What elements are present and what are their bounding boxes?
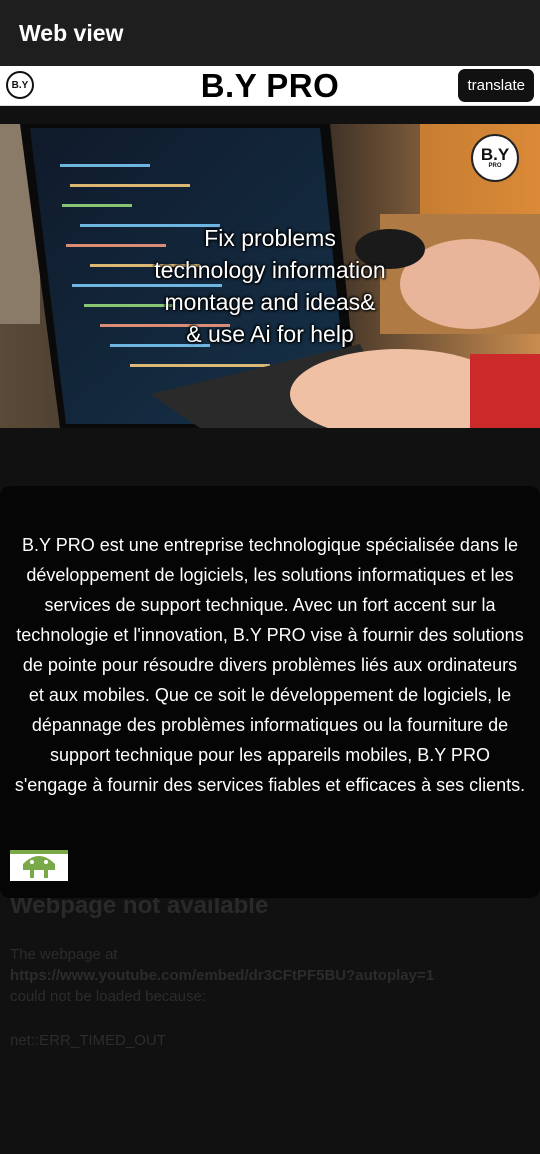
error-line: The webpage at [10,946,118,963]
error-message: The webpage at https://www.youtube.com/e… [10,944,530,1007]
webview-error-page: Webpage not available The webpage at htt… [0,860,540,1154]
hero-caption-line: & use Ai for help [186,321,354,347]
translate-button[interactable]: translate [458,69,534,102]
hero-caption-line: technology information [154,257,386,283]
hero-logo-sub: PRO [488,163,502,169]
app-bar-title: Web view [19,19,124,46]
android-icon-graphic [10,850,68,878]
hero-logo-icon: B.Y PRO [471,134,519,182]
error-line: could not be loaded because: [10,988,206,1005]
hero-logo-text: B.Y [480,145,510,164]
error-url[interactable]: https://www.youtube.com/embed/dr3CFtPF5B… [10,965,530,986]
android-icon [10,850,68,881]
about-text: B.Y PRO est une entreprise technologique… [14,535,526,795]
error-code: net::ERR_TIMED_OUT [10,1032,166,1049]
app-bar: Web view [0,0,540,66]
hero-caption: Fix problems technology information mont… [0,222,540,350]
hero-caption-line: Fix problems [204,225,336,251]
logo-icon[interactable]: B.Y [6,71,34,99]
site-header: B.Y PRO B.Y translate [0,66,540,106]
hero-caption-line: montage and ideas& [164,289,376,315]
hero-banner: B.Y PRO Fix problems technology informat… [0,124,540,428]
about-panel: B.Y PRO est une entreprise technologique… [0,486,540,898]
